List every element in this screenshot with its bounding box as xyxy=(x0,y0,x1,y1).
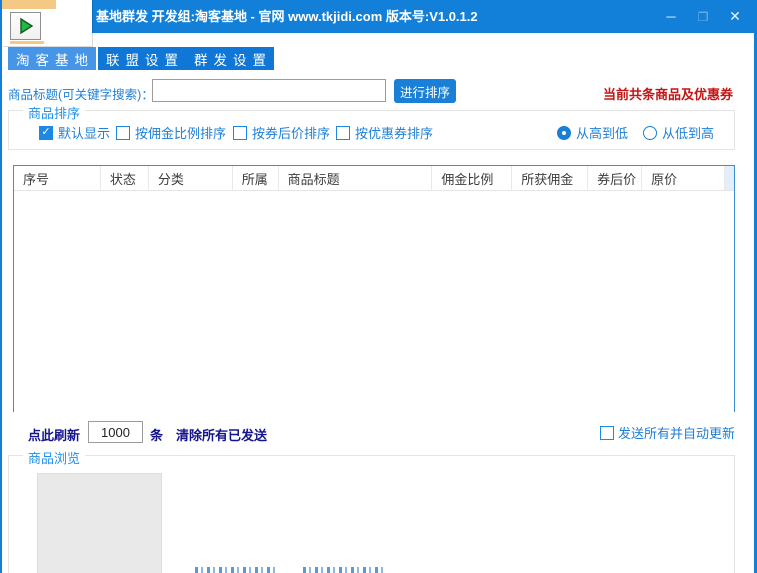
play-button[interactable] xyxy=(10,12,41,40)
column-header-commission-rate[interactable]: 佣金比例 xyxy=(432,166,512,190)
tab-qunfa-shezhi[interactable]: 群发设置 xyxy=(186,47,274,70)
table-header: 序号 状态 分类 所属 商品标题 佣金比例 所获佣金 券后价 原价 xyxy=(14,166,734,191)
preview-groupbox: 商品浏览 xyxy=(8,455,735,573)
column-header-product-title[interactable]: 商品标题 xyxy=(279,166,433,190)
play-icon xyxy=(16,16,36,36)
clipped-text-fragment xyxy=(195,567,278,573)
tab-strip: 淘客基地 联盟设置 群发设置 xyxy=(8,47,274,70)
table-body xyxy=(14,191,734,412)
search-label: 商品标题(可关键字搜索)： xyxy=(8,84,154,103)
refresh-link[interactable]: 点此刷新 xyxy=(28,425,80,444)
checkbox-icon xyxy=(336,126,350,140)
launcher-overlay xyxy=(2,0,92,46)
table-header-end-sliver xyxy=(725,166,734,190)
window-border-left xyxy=(0,0,2,573)
sort-groupbox: 商品排序 默认显示 按佣金比例排序 按券后价排序 按优惠券排序 从高到低 从低到… xyxy=(8,110,735,150)
product-image-placeholder xyxy=(37,473,162,573)
checkbox-icon xyxy=(116,126,130,140)
checkbox-icon xyxy=(39,126,53,140)
count-input[interactable] xyxy=(88,421,143,443)
column-header-index[interactable]: 序号 xyxy=(14,166,101,190)
column-header-category[interactable]: 分类 xyxy=(149,166,233,190)
column-header-commission[interactable]: 所获佣金 xyxy=(512,166,588,190)
radio-icon xyxy=(557,126,571,140)
column-header-status[interactable]: 状态 xyxy=(101,166,149,190)
preview-group-title: 商品浏览 xyxy=(23,448,85,467)
column-header-original-price[interactable]: 原价 xyxy=(642,166,725,190)
sort-button[interactable]: 进行排序 xyxy=(394,79,456,103)
checkbox-sort-by-coupon[interactable]: 按优惠券排序 xyxy=(336,123,433,142)
window-title: 基地群发 开发组:淘客基地 - 官网 www.tkjidi.com 版本号:V1… xyxy=(96,0,478,33)
checkbox-icon xyxy=(600,426,614,440)
radio-high-to-low[interactable]: 从高到低 xyxy=(557,123,628,142)
column-header-belongs[interactable]: 所属 xyxy=(233,166,279,190)
status-text: 当前共条商品及优惠券 xyxy=(603,84,733,103)
checkbox-default-display[interactable]: 默认显示 xyxy=(39,123,110,142)
clipped-text-fragment xyxy=(303,567,383,573)
product-table: 序号 状态 分类 所属 商品标题 佣金比例 所获佣金 券后价 原价 xyxy=(13,165,735,412)
sort-group-title: 商品排序 xyxy=(23,103,85,122)
title-bar: 基地群发 开发组:淘客基地 - 官网 www.tkjidi.com 版本号:V1… xyxy=(0,0,757,33)
radio-low-to-high[interactable]: 从低到高 xyxy=(643,123,714,142)
checkbox-icon xyxy=(233,126,247,140)
minimize-icon[interactable]: ─ xyxy=(655,0,687,33)
tab-taoke-jidi[interactable]: 淘客基地 xyxy=(8,47,96,70)
checkbox-sort-by-commission-rate[interactable]: 按佣金比例排序 xyxy=(116,123,226,142)
tab-lianmeng-shezhi[interactable]: 联盟设置 xyxy=(98,47,186,70)
count-unit-label: 条 xyxy=(150,425,163,444)
close-icon[interactable]: ✕ xyxy=(719,0,751,33)
search-input[interactable] xyxy=(152,79,386,102)
radio-icon xyxy=(643,126,657,140)
app-window: 基地群发 开发组:淘客基地 - 官网 www.tkjidi.com 版本号:V1… xyxy=(0,0,757,573)
launcher-underline xyxy=(10,41,44,44)
clear-sent-link[interactable]: 清除所有已发送 xyxy=(176,425,267,444)
maximize-icon[interactable]: ❐ xyxy=(687,0,719,33)
checkbox-sort-by-coupon-price[interactable]: 按券后价排序 xyxy=(233,123,330,142)
checkbox-auto-update[interactable]: 发送所有并自动更新 xyxy=(600,423,735,442)
launcher-titlebar xyxy=(2,0,56,9)
window-controls: ─ ❐ ✕ xyxy=(655,0,751,33)
column-header-coupon-price[interactable]: 券后价 xyxy=(588,166,642,190)
